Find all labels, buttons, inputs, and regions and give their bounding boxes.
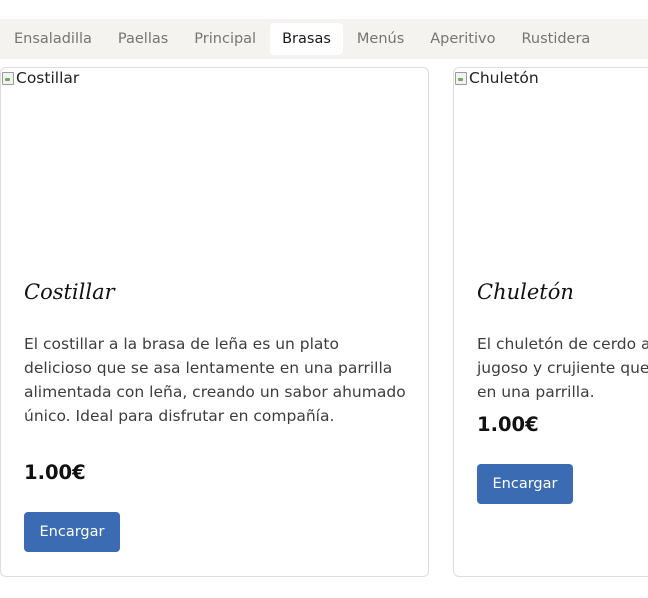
order-button[interactable]: Encargar — [24, 512, 120, 552]
image-alt-text: Chuletón — [469, 69, 539, 87]
description-line: en una parrilla. — [477, 383, 595, 401]
product-description: El costillar a la brasa de leña es un pl… — [24, 335, 406, 425]
product-image: Chuletón — [454, 69, 539, 87]
tab-menus[interactable]: Menús — [345, 23, 416, 55]
broken-image-icon — [1, 70, 15, 86]
tab-brasas[interactable]: Brasas — [270, 23, 343, 55]
product-title: Chuletón — [477, 280, 574, 304]
tab-paellas[interactable]: Paellas — [106, 23, 180, 55]
category-tabs: Ensaladilla Paellas Principal Brasas Men… — [0, 19, 648, 59]
description-line: jugoso y crujiente que — [477, 359, 648, 377]
image-alt-text: Costillar — [16, 69, 80, 87]
tab-aperitivo[interactable]: Aperitivo — [418, 23, 507, 55]
product-title: Costillar — [24, 280, 115, 304]
product-card: Chuletón Chuletón El chuletón de cerdo a… — [453, 67, 648, 577]
description-line: El chuletón de cerdo a — [477, 335, 648, 353]
product-image: Costillar — [1, 69, 79, 87]
tab-ensaladilla[interactable]: Ensaladilla — [2, 23, 104, 55]
tab-principal[interactable]: Principal — [182, 23, 268, 55]
product-description: El chuletón de cerdo a jugoso y crujient… — [477, 332, 648, 404]
product-price: 1.00€ — [24, 461, 86, 484]
product-card: Costillar Costillar El costillar a la br… — [0, 67, 429, 577]
broken-image-icon — [454, 70, 468, 86]
order-button[interactable]: Encargar — [477, 464, 573, 504]
product-price: 1.00€ — [477, 413, 539, 436]
tab-rustidera[interactable]: Rustidera — [509, 23, 602, 55]
